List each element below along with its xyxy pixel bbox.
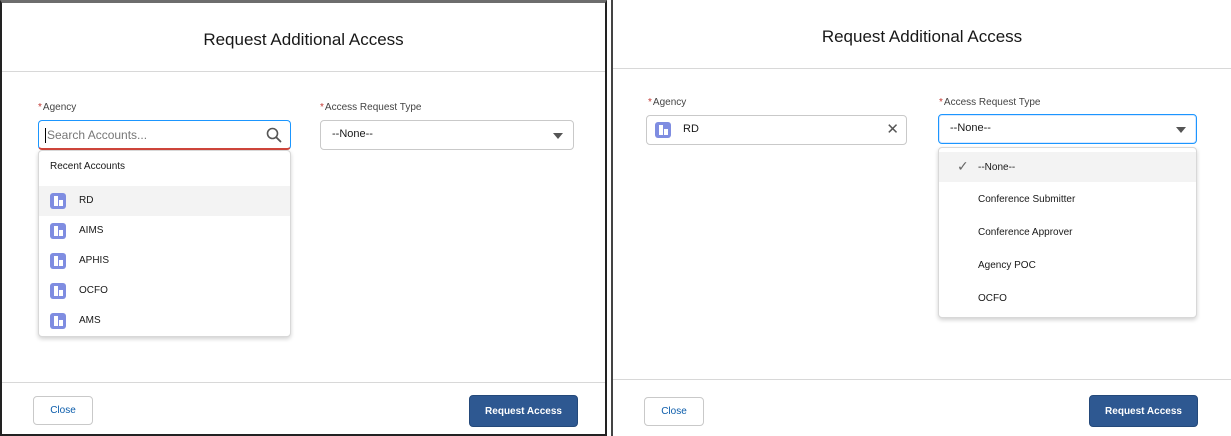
access-type-value: --None-- — [950, 122, 991, 134]
access-type-options-list: ✓ --None-- Conference Submitter Conferen… — [938, 147, 1197, 318]
account-icon — [50, 283, 66, 299]
option-label: OCFO — [978, 293, 1007, 304]
close-icon[interactable]: ✕ — [886, 122, 899, 138]
header-divider — [2, 71, 605, 72]
account-option-label: OCFO — [79, 285, 108, 296]
check-icon: ✓ — [957, 158, 969, 174]
search-icon[interactable] — [265, 126, 283, 144]
option-conference-approver[interactable]: Conference Approver — [939, 217, 1196, 247]
agency-search-input[interactable]: Search Accounts... — [38, 120, 291, 150]
option-ocfo[interactable]: OCFO — [939, 283, 1196, 313]
agency-selected-value: RD — [683, 123, 699, 135]
account-option-label: AIMS — [79, 225, 104, 236]
option-conference-submitter[interactable]: Conference Submitter — [939, 184, 1196, 214]
option-none[interactable]: ✓ --None-- — [939, 152, 1196, 182]
option-label: --None-- — [978, 162, 1016, 173]
modal-title: Request Additional Access — [821, 27, 1023, 46]
text-cursor — [45, 128, 46, 143]
chevron-down-icon — [553, 133, 563, 139]
access-type-label: *Access Request Type — [939, 97, 1041, 108]
agency-lookup-field[interactable]: RD ✕ — [646, 115, 907, 145]
account-option-aphis[interactable]: APHIS — [39, 246, 290, 276]
close-button[interactable]: Close — [33, 396, 93, 425]
account-option-aims[interactable]: AIMS — [39, 216, 290, 246]
access-type-value: --None-- — [332, 128, 373, 140]
agency-label: *Agency — [648, 97, 687, 108]
recent-accounts-dropdown: Recent Accounts RD AIMS APHIS OCFO AMS — [38, 150, 291, 337]
required-marker: * — [648, 97, 652, 108]
request-access-button[interactable]: Request Access — [1089, 395, 1198, 427]
modal-title: Request Additional Access — [203, 30, 404, 49]
required-marker: * — [38, 102, 42, 113]
close-button[interactable]: Close — [644, 397, 704, 426]
chevron-down-icon — [1176, 127, 1186, 133]
account-option-ocfo[interactable]: OCFO — [39, 276, 290, 306]
footer-divider — [613, 379, 1231, 380]
account-icon — [655, 122, 671, 138]
access-type-select[interactable]: --None-- — [320, 120, 574, 150]
account-option-label: AMS — [79, 315, 101, 326]
required-marker: * — [939, 97, 943, 108]
request-access-button[interactable]: Request Access — [469, 395, 578, 427]
header-divider — [613, 68, 1231, 69]
access-type-select[interactable]: --None-- — [938, 114, 1197, 144]
account-icon — [50, 223, 66, 239]
account-option-ams[interactable]: AMS — [39, 306, 290, 336]
agency-search-placeholder: Search Accounts... — [47, 128, 148, 142]
footer-divider — [2, 382, 605, 383]
request-access-modal-left: Request Additional Access *Agency Search… — [0, 0, 607, 436]
option-agency-poc[interactable]: Agency POC — [939, 250, 1196, 280]
option-label: Conference Submitter — [978, 194, 1076, 205]
account-icon — [50, 313, 66, 329]
required-marker: * — [320, 102, 324, 113]
account-option-rd[interactable]: RD — [39, 186, 290, 216]
option-label: Agency POC — [978, 260, 1036, 271]
account-option-label: APHIS — [79, 255, 110, 266]
account-icon — [50, 253, 66, 269]
account-option-label: RD — [79, 195, 94, 206]
option-label: Conference Approver — [978, 227, 1073, 238]
request-access-modal-right: Request Additional Access *Agency RD ✕ *… — [611, 0, 1231, 436]
agency-label: *Agency — [38, 102, 77, 113]
account-icon — [50, 193, 66, 209]
access-type-label: *Access Request Type — [320, 102, 422, 113]
recent-accounts-header: Recent Accounts — [50, 161, 126, 172]
